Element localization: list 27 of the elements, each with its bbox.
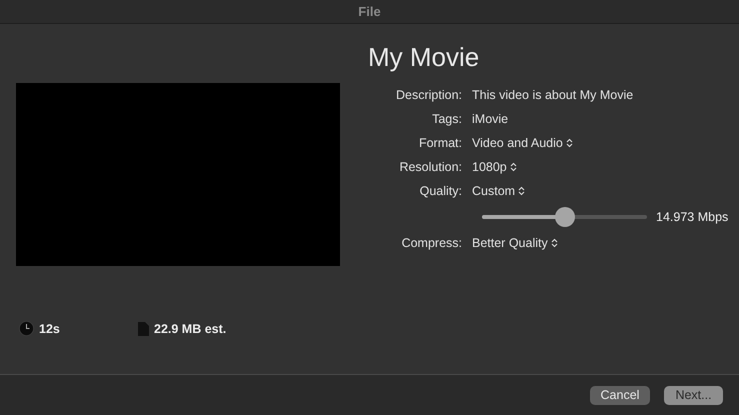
chevron-icon: [510, 162, 517, 172]
bitrate-reading: 14.973 Mbps: [656, 210, 728, 224]
field-label: Resolution:: [398, 160, 462, 174]
movie-title: My Movie: [368, 42, 480, 73]
field-label: Compress:: [400, 236, 462, 250]
chevron-icon: [550, 238, 558, 248]
popup-button[interactable]: 1080p: [472, 160, 517, 174]
slider-thumb[interactable]: [554, 207, 574, 227]
chevron-icon: [518, 186, 526, 196]
field-value: This video is about My Movie: [472, 88, 634, 102]
next-button[interactable]: Next...: [664, 386, 723, 404]
window-title: File: [358, 4, 381, 19]
file-icon: [138, 322, 149, 336]
field-label: Format:: [418, 136, 462, 150]
duration-text: 12s: [39, 322, 60, 336]
cancel-button[interactable]: Cancel: [590, 386, 650, 404]
field-label: Tags:: [431, 112, 462, 126]
popup-button[interactable]: Custom: [472, 184, 526, 198]
chevron-icon: [566, 138, 573, 148]
clock-icon: [19, 321, 34, 336]
field-value: iMovie: [472, 112, 508, 126]
quality-slider[interactable]: [482, 207, 647, 227]
file-size-text: 22.9 MB est.: [154, 322, 226, 336]
field-label: Description:: [395, 88, 462, 102]
field-label: Quality:: [418, 184, 462, 198]
popup-button[interactable]: Video and Audio: [472, 136, 573, 150]
popup-button[interactable]: Better Quality: [472, 236, 558, 250]
